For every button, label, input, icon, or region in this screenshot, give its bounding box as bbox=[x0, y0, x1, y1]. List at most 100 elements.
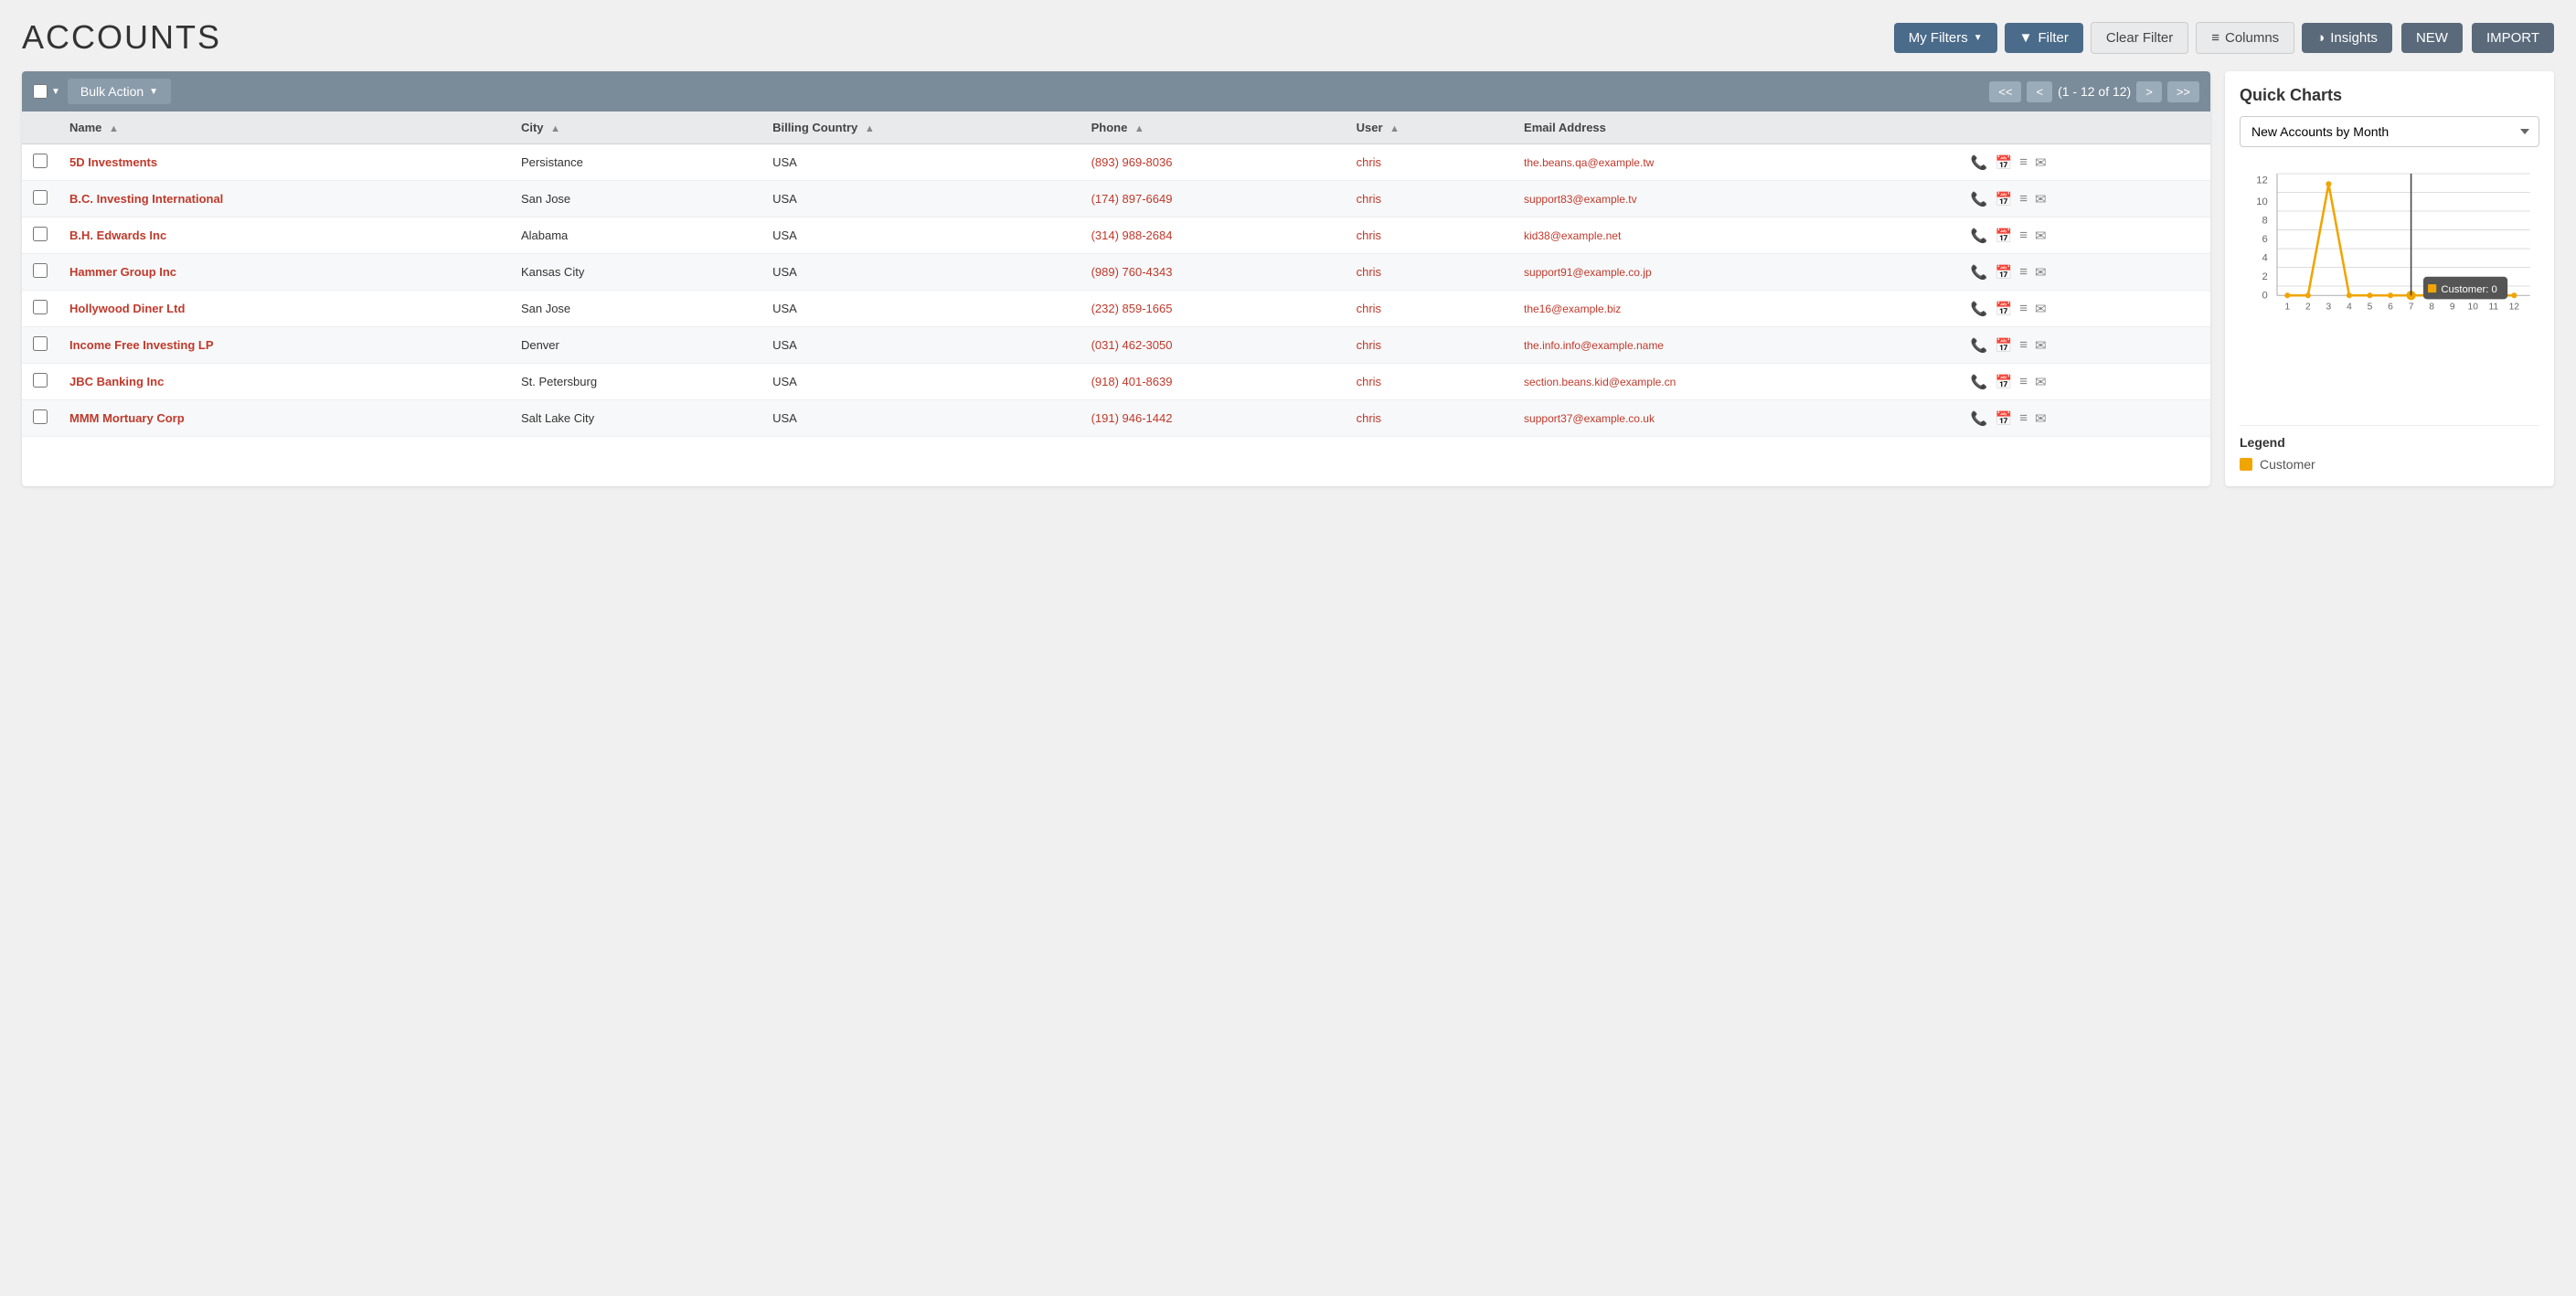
list-icon[interactable]: ≡ bbox=[2019, 337, 2028, 353]
user-link[interactable]: chris bbox=[1357, 192, 1381, 206]
last-page-button[interactable]: >> bbox=[2167, 81, 2199, 102]
first-page-button[interactable]: << bbox=[1989, 81, 2021, 102]
email-icon[interactable]: ✉ bbox=[2035, 191, 2047, 207]
email-icon[interactable]: ✉ bbox=[2035, 374, 2047, 390]
account-name-link[interactable]: B.C. Investing International bbox=[69, 192, 223, 206]
call-icon[interactable]: 📞 bbox=[1971, 264, 1988, 281]
phone-link[interactable]: (031) 462-3050 bbox=[1091, 338, 1173, 352]
select-all-caret-icon[interactable]: ▼ bbox=[51, 87, 60, 97]
account-name-link[interactable]: B.H. Edwards Inc bbox=[69, 228, 166, 242]
call-icon[interactable]: 📞 bbox=[1971, 301, 1988, 317]
email-link[interactable]: kid38@example.net bbox=[1524, 229, 1621, 242]
calendar-icon[interactable]: 📅 bbox=[1996, 191, 2013, 207]
email-link[interactable]: the16@example.biz bbox=[1524, 303, 1621, 315]
user-link[interactable]: chris bbox=[1357, 375, 1381, 388]
email-link[interactable]: support91@example.co.jp bbox=[1524, 266, 1652, 279]
email-icon[interactable]: ✉ bbox=[2035, 410, 2047, 427]
user-column-header[interactable]: User ▲ bbox=[1346, 112, 1513, 144]
table-row: Income Free Investing LP Denver USA (031… bbox=[22, 327, 2210, 364]
chart-type-select[interactable]: New Accounts by Month bbox=[2240, 116, 2539, 147]
account-name-link[interactable]: MMM Mortuary Corp bbox=[69, 411, 185, 425]
list-icon[interactable]: ≡ bbox=[2019, 154, 2028, 170]
email-link[interactable]: support37@example.co.uk bbox=[1524, 412, 1655, 425]
call-icon[interactable]: 📞 bbox=[1971, 374, 1988, 390]
phone-link[interactable]: (314) 988-2684 bbox=[1091, 228, 1173, 242]
phone-link[interactable]: (232) 859-1665 bbox=[1091, 302, 1173, 315]
row-checkbox[interactable] bbox=[33, 227, 48, 241]
city-sort-icon: ▲ bbox=[550, 123, 560, 134]
prev-page-button[interactable]: < bbox=[2027, 81, 2052, 102]
user-link[interactable]: chris bbox=[1357, 155, 1381, 169]
billing-country-column-header[interactable]: Billing Country ▲ bbox=[761, 112, 1080, 144]
columns-button[interactable]: ≡ Columns bbox=[2196, 22, 2294, 54]
row-checkbox[interactable] bbox=[33, 373, 48, 388]
email-icon[interactable]: ✉ bbox=[2035, 228, 2047, 244]
row-checkbox[interactable] bbox=[33, 300, 48, 314]
bulk-action-button[interactable]: Bulk Action ▼ bbox=[68, 79, 171, 104]
my-filters-button[interactable]: My Filters ▼ bbox=[1894, 23, 1997, 53]
phone-link[interactable]: (174) 897-6649 bbox=[1091, 192, 1173, 206]
insights-button[interactable]: ◑ Insights bbox=[2302, 23, 2392, 53]
email-icon[interactable]: ✉ bbox=[2035, 337, 2047, 354]
svg-text:4: 4 bbox=[2262, 252, 2267, 263]
email-icon[interactable]: ✉ bbox=[2035, 154, 2047, 171]
phone-link[interactable]: (918) 401-8639 bbox=[1091, 375, 1173, 388]
list-icon[interactable]: ≡ bbox=[2019, 264, 2028, 280]
name-column-header[interactable]: Name ▲ bbox=[59, 112, 510, 144]
row-actions-cell: 📞 📅 ≡ ✉ bbox=[1960, 327, 2210, 364]
user-link[interactable]: chris bbox=[1357, 411, 1381, 425]
list-icon[interactable]: ≡ bbox=[2019, 301, 2028, 316]
select-all-checkbox-wrapper: ▼ bbox=[33, 84, 60, 99]
email-icon[interactable]: ✉ bbox=[2035, 264, 2047, 281]
legend-label-customer: Customer bbox=[2260, 457, 2315, 472]
email-link[interactable]: support83@example.tv bbox=[1524, 193, 1637, 206]
row-checkbox[interactable] bbox=[33, 154, 48, 168]
email-link[interactable]: the.info.info@example.name bbox=[1524, 339, 1664, 352]
filter-button[interactable]: ▼ Filter bbox=[2005, 23, 2083, 53]
phone-link[interactable]: (989) 760-4343 bbox=[1091, 265, 1173, 279]
list-icon[interactable]: ≡ bbox=[2019, 191, 2028, 207]
email-link[interactable]: section.beans.kid@example.cn bbox=[1524, 376, 1676, 388]
user-link[interactable]: chris bbox=[1357, 302, 1381, 315]
city-column-header[interactable]: City ▲ bbox=[510, 112, 761, 144]
account-name-link[interactable]: Hammer Group Inc bbox=[69, 265, 176, 279]
account-name-link[interactable]: Hollywood Diner Ltd bbox=[69, 302, 185, 315]
select-all-checkbox[interactable] bbox=[33, 84, 48, 99]
phone-link[interactable]: (893) 969-8036 bbox=[1091, 155, 1173, 169]
calendar-icon[interactable]: 📅 bbox=[1996, 337, 2013, 354]
new-button[interactable]: NEW bbox=[2401, 23, 2463, 53]
user-link[interactable]: chris bbox=[1357, 228, 1381, 242]
call-icon[interactable]: 📞 bbox=[1971, 228, 1988, 244]
row-checkbox[interactable] bbox=[33, 409, 48, 424]
list-icon[interactable]: ≡ bbox=[2019, 374, 2028, 389]
row-checkbox[interactable] bbox=[33, 336, 48, 351]
calendar-icon[interactable]: 📅 bbox=[1996, 301, 2013, 317]
calendar-icon[interactable]: 📅 bbox=[1996, 410, 2013, 427]
row-email-cell: section.beans.kid@example.cn bbox=[1513, 364, 1960, 400]
call-icon[interactable]: 📞 bbox=[1971, 154, 1988, 171]
import-button[interactable]: IMPORT bbox=[2472, 23, 2554, 53]
next-page-button[interactable]: > bbox=[2136, 81, 2162, 102]
calendar-icon[interactable]: 📅 bbox=[1996, 228, 2013, 244]
phone-column-header[interactable]: Phone ▲ bbox=[1080, 112, 1346, 144]
chart-legend-section: Legend Customer bbox=[2240, 425, 2539, 472]
row-checkbox[interactable] bbox=[33, 263, 48, 278]
phone-link[interactable]: (191) 946-1442 bbox=[1091, 411, 1173, 425]
call-icon[interactable]: 📞 bbox=[1971, 191, 1988, 207]
account-name-link[interactable]: Income Free Investing LP bbox=[69, 338, 214, 352]
call-icon[interactable]: 📞 bbox=[1971, 410, 1988, 427]
list-icon[interactable]: ≡ bbox=[2019, 228, 2028, 243]
calendar-icon[interactable]: 📅 bbox=[1996, 154, 2013, 171]
user-link[interactable]: chris bbox=[1357, 265, 1381, 279]
account-name-link[interactable]: JBC Banking Inc bbox=[69, 375, 164, 388]
calendar-icon[interactable]: 📅 bbox=[1996, 264, 2013, 281]
email-link[interactable]: the.beans.qa@example.tw bbox=[1524, 156, 1654, 169]
user-link[interactable]: chris bbox=[1357, 338, 1381, 352]
list-icon[interactable]: ≡ bbox=[2019, 410, 2028, 426]
email-icon[interactable]: ✉ bbox=[2035, 301, 2047, 317]
calendar-icon[interactable]: 📅 bbox=[1996, 374, 2013, 390]
row-checkbox[interactable] bbox=[33, 190, 48, 205]
call-icon[interactable]: 📞 bbox=[1971, 337, 1988, 354]
account-name-link[interactable]: 5D Investments bbox=[69, 155, 157, 169]
clear-filter-button[interactable]: Clear Filter bbox=[2091, 22, 2188, 54]
